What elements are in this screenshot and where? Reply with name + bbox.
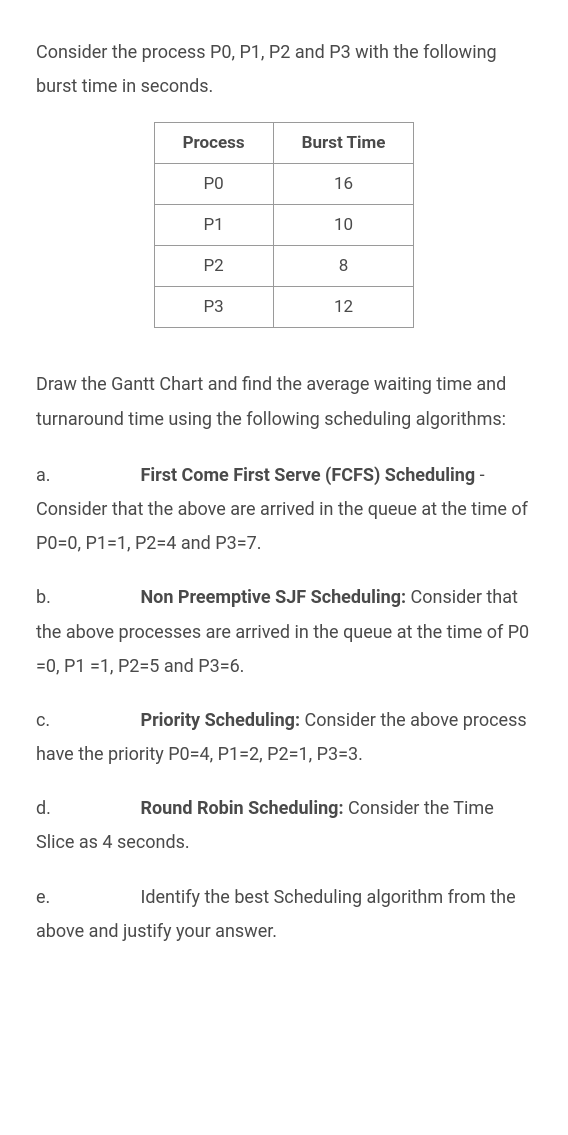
- col-header-process: Process: [154, 123, 273, 164]
- cell-process: P3: [154, 287, 273, 328]
- cell-burst: 8: [273, 246, 414, 287]
- document-page: Consider the process P0, P1, P2 and P3 w…: [0, 0, 568, 949]
- instruction-paragraph: Draw the Gantt Chart and find the averag…: [36, 368, 532, 436]
- item-title: Priority Scheduling:: [140, 710, 300, 731]
- col-header-burst: Burst Time: [273, 123, 414, 164]
- question-e: e. Identify the best Scheduling algorith…: [36, 881, 532, 949]
- cell-process: P1: [154, 205, 273, 246]
- question-b: b. Non Preemptive SJF Scheduling: Consid…: [36, 581, 532, 684]
- item-label: c.: [36, 704, 136, 738]
- question-c: c. Priority Scheduling: Consider the abo…: [36, 704, 532, 772]
- intro-paragraph: Consider the process P0, P1, P2 and P3 w…: [36, 36, 532, 104]
- item-title: Round Robin Scheduling:: [140, 798, 343, 819]
- cell-burst: 10: [273, 205, 414, 246]
- item-label: a.: [36, 459, 136, 493]
- question-a: a. First Come First Serve (FCFS) Schedul…: [36, 459, 532, 562]
- cell-process: P0: [154, 164, 273, 205]
- cell-process: P2: [154, 246, 273, 287]
- item-label: e.: [36, 881, 136, 915]
- table-row: P1 10: [154, 205, 414, 246]
- cell-burst: 16: [273, 164, 414, 205]
- item-label: d.: [36, 792, 136, 826]
- item-label: b.: [36, 581, 136, 615]
- item-title: Non Preemptive SJF Scheduling:: [140, 587, 406, 608]
- cell-burst: 12: [273, 287, 414, 328]
- table-row: P3 12: [154, 287, 414, 328]
- table-header-row: Process Burst Time: [154, 123, 414, 164]
- process-table: Process Burst Time P0 16 P1 10 P2 8 P3 1…: [154, 122, 415, 328]
- table-row: P0 16: [154, 164, 414, 205]
- question-d: d. Round Robin Scheduling: Consider the …: [36, 792, 532, 860]
- table-row: P2 8: [154, 246, 414, 287]
- item-title: First Come First Serve (FCFS) Scheduling: [140, 465, 475, 486]
